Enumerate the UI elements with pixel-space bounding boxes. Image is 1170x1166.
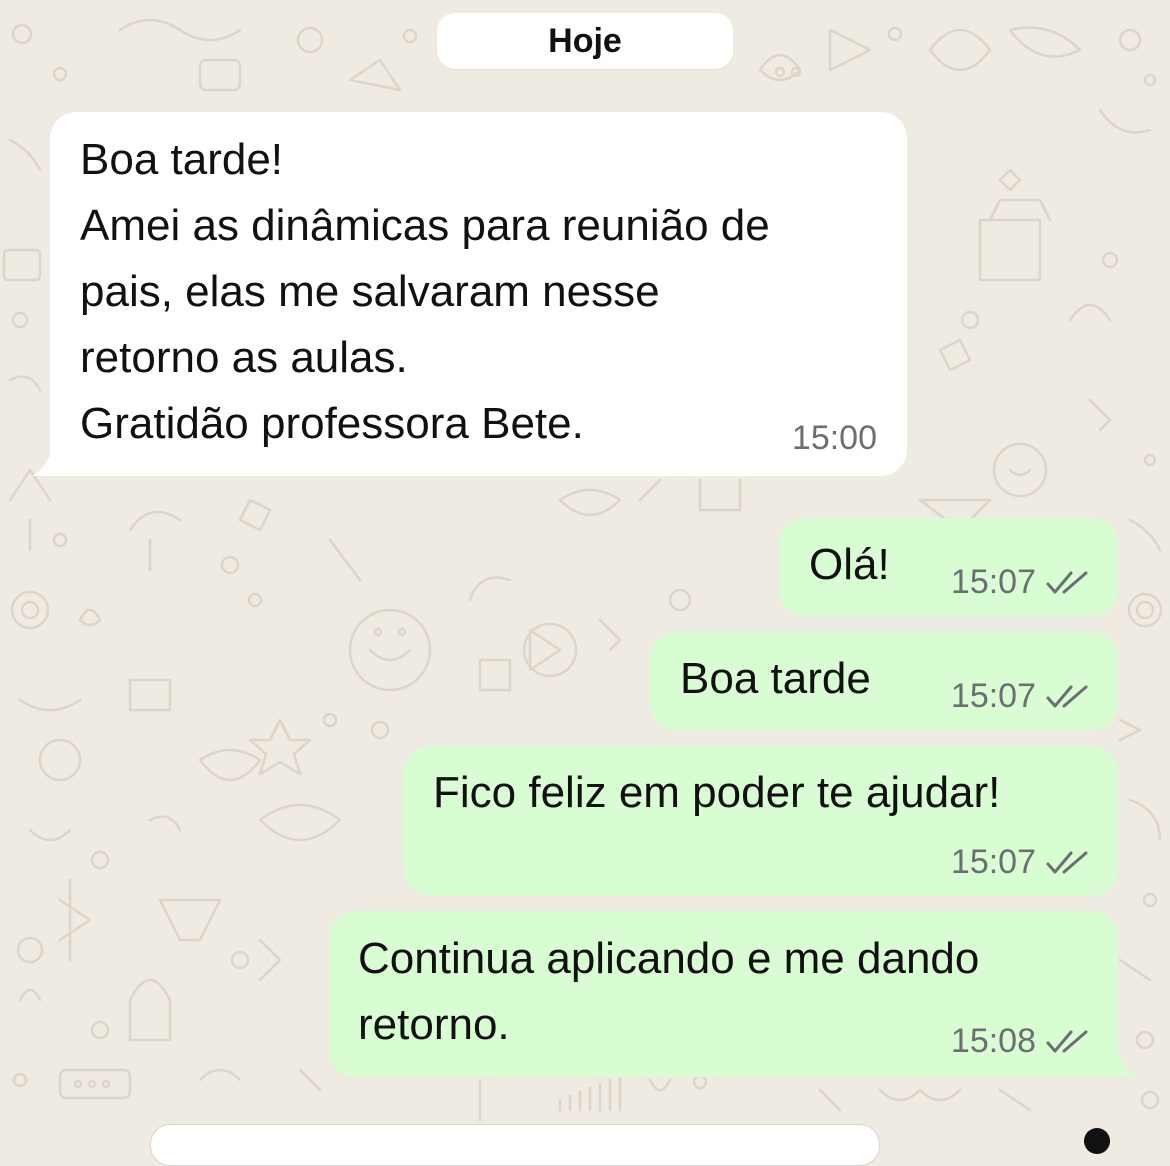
double-check-icon <box>1046 851 1088 873</box>
outgoing-message-bubble[interactable]: Continua aplicando e me dando retorno. 1… <box>329 911 1118 1077</box>
double-check-icon <box>1046 571 1088 593</box>
message-time: 15:07 <box>950 843 1036 881</box>
message-meta: 15:08 <box>951 1022 1092 1061</box>
message-time: 15:07 <box>950 563 1036 601</box>
message-line: pais, elas me salvaram nesse <box>80 267 660 316</box>
outgoing-message-bubble[interactable]: Boa tarde 15:07 <box>650 632 1118 730</box>
message-meta: 15:07 <box>951 563 1092 602</box>
message-line: Olá! <box>809 540 890 589</box>
message-time: 15:08 <box>950 1022 1036 1060</box>
message-composer[interactable] <box>150 1124 880 1166</box>
message-line: Boa tarde! <box>80 135 284 184</box>
composer-action-icon[interactable] <box>1084 1128 1110 1154</box>
double-check-icon <box>1046 685 1088 707</box>
double-check-icon <box>1046 1030 1088 1052</box>
message-time: 15:00 <box>791 419 877 457</box>
message-line: Gratidão professora Bete. <box>80 399 584 448</box>
message-time: 15:07 <box>950 677 1036 715</box>
message-line: Fico feliz em poder te ajudar! <box>433 768 1001 817</box>
outgoing-message-bubble[interactable]: Fico feliz em poder te ajudar! 15:07 <box>404 746 1118 896</box>
message-line: retorno. <box>358 1000 510 1049</box>
message-meta: 15:00 <box>792 419 877 458</box>
incoming-message-bubble[interactable]: Boa tarde! Amei as dinâmicas para reuniã… <box>50 112 907 476</box>
message-line: Amei as dinâmicas para reunião de <box>80 201 770 250</box>
incoming-bubble-tail <box>32 440 70 476</box>
date-separator: Hoje <box>437 13 733 69</box>
message-meta: 15:07 <box>951 843 1092 882</box>
outgoing-message-bubble[interactable]: Olá! 15:07 <box>779 518 1118 616</box>
message-line: Boa tarde <box>680 654 871 703</box>
message-line: retorno as aulas. <box>80 333 408 382</box>
message-meta: 15:07 <box>951 677 1092 716</box>
message-line: Continua aplicando e me dando <box>358 934 980 983</box>
outgoing-bubble-tail <box>1100 1041 1138 1077</box>
